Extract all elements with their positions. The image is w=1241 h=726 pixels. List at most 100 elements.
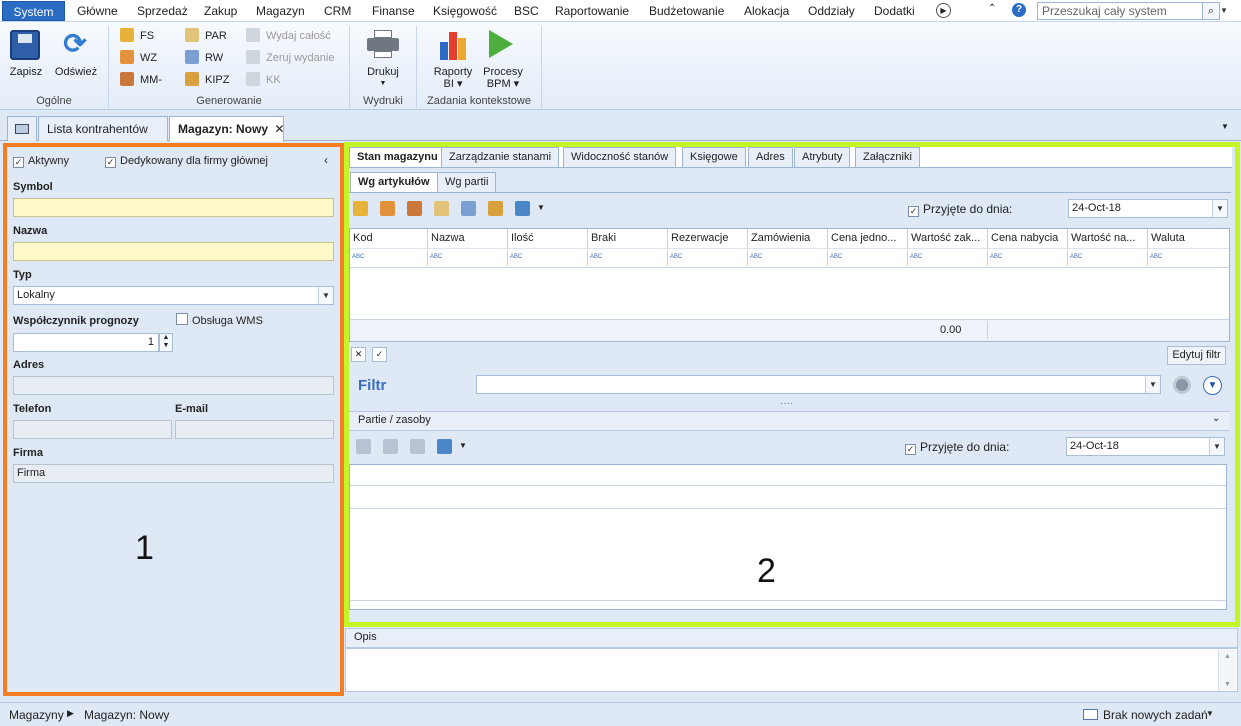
filter-cell[interactable]: ABC [668, 248, 748, 266]
filter-input[interactable]: ▼ [476, 375, 1161, 394]
column-header-code[interactable]: Kod [350, 229, 428, 248]
generate-fs-button[interactable]: FS [120, 28, 154, 44]
breadcrumb-warehouses[interactable]: Magazyny [9, 708, 64, 722]
column-header-orders[interactable]: Zamówienia [748, 229, 828, 248]
column-header-currency[interactable]: Waluta [1148, 229, 1229, 248]
desktop-tab[interactable] [7, 116, 37, 141]
menu-item-dodatki[interactable]: Dodatki [874, 4, 915, 18]
rw-document-icon[interactable] [461, 201, 476, 216]
system-menu-button[interactable]: System [2, 1, 65, 21]
batches-accepted-until-checkbox[interactable]: ✓ Przyjęte do dnia: [905, 440, 1009, 455]
add-document-icon[interactable] [353, 201, 368, 216]
batches-header[interactable] [349, 411, 1230, 431]
menu-item-finanse[interactable]: Finanse [372, 4, 415, 18]
mm-document-icon[interactable] [407, 201, 422, 216]
more-arrow-icon[interactable]: ▶ [936, 3, 951, 18]
export-grid-icon[interactable] [515, 201, 530, 216]
dedicated-checkbox[interactable]: ✓ Dedykowany dla firmy głównej [105, 155, 268, 168]
company-field[interactable]: Firma [13, 464, 334, 483]
search-dropdown-icon[interactable]: ▼ [1220, 2, 1230, 20]
name-field[interactable] [13, 242, 334, 261]
issue-all-button[interactable]: Wydaj całość [246, 28, 331, 44]
toolbar-dropdown-icon[interactable]: ▼ [537, 203, 545, 212]
menu-item-magazyn[interactable]: Magazyn [256, 4, 305, 18]
filter-cell[interactable]: ABC [908, 248, 988, 266]
tab-stock-visibility[interactable]: Widoczność stanów [563, 147, 677, 168]
collapse-ribbon-icon[interactable]: ⌃ [988, 3, 996, 14]
bpm-processes-icon[interactable] [489, 30, 513, 58]
column-header-reservations[interactable]: Rezerwacje [668, 229, 748, 248]
filter-cell[interactable]: ABC [350, 248, 428, 266]
generate-rw-button[interactable]: RW [185, 50, 223, 66]
batch-book-icon[interactable] [410, 439, 425, 454]
search-input[interactable]: Przeszukaj cały system [1037, 2, 1203, 20]
stepper-arrows-icon[interactable]: ▲ ▼ [159, 333, 173, 352]
column-header-quantity[interactable]: Ilość [508, 229, 588, 248]
close-tab-icon[interactable]: ✕ [274, 122, 284, 136]
filter-cell[interactable]: ABC [988, 248, 1068, 266]
scrollbar-arrows-icon[interactable]: ▲ ▼ [1218, 650, 1236, 690]
tasks-dropdown-icon[interactable]: ▼ [1206, 709, 1214, 718]
batch-toolbar-dropdown-icon[interactable]: ▼ [459, 441, 467, 450]
accepted-date-picker[interactable]: 24-Oct-18 ▼ [1068, 199, 1228, 218]
menu-item-crm[interactable]: CRM [324, 4, 351, 18]
forecast-stepper[interactable]: 1 [13, 333, 159, 352]
tabs-dropdown-icon[interactable]: ▼ [1221, 122, 1229, 131]
column-header-unit-price[interactable]: Cena jedno... [828, 229, 908, 248]
save-icon[interactable] [10, 30, 40, 60]
edit-filter-button[interactable]: Edytuj filtr [1167, 346, 1226, 365]
menu-item-sprzedaz[interactable]: Sprzedaż [137, 4, 188, 18]
bpm-processes-button[interactable]: Procesy BPM ▾ [478, 66, 528, 90]
wz-document-icon[interactable] [380, 201, 395, 216]
generate-kipz-button[interactable]: KIPZ [185, 72, 229, 88]
filter-cell[interactable]: ABC [1068, 248, 1148, 266]
filter-cell[interactable]: ABC [588, 248, 668, 266]
refresh-button[interactable]: Odśwież [50, 66, 102, 78]
filter-cell[interactable]: ABC [748, 248, 828, 266]
chevron-down-icon[interactable]: ▼ [1212, 200, 1227, 217]
menu-item-ksiegowosc[interactable]: Księgowość [433, 4, 497, 18]
column-header-name[interactable]: Nazwa [428, 229, 508, 248]
tab-stock[interactable]: Stan magazynu [349, 147, 446, 168]
menu-item-glowne[interactable]: Główne [77, 4, 118, 18]
reset-issue-button[interactable]: Zeruj wydanie [246, 50, 334, 66]
gear-icon[interactable] [1173, 376, 1191, 394]
menu-item-bsc[interactable]: BSC [514, 4, 539, 18]
chevron-down-icon[interactable]: ▼ [1209, 438, 1224, 455]
filter-cell[interactable]: ABC [1148, 248, 1229, 266]
chevron-down-icon[interactable]: ▼ [318, 287, 333, 304]
column-header-purchase-price[interactable]: Cena nabycia [988, 229, 1068, 248]
column-header-value[interactable]: Wartość na... [1068, 229, 1148, 248]
filter-cell[interactable]: ABC [828, 248, 908, 266]
email-field[interactable] [175, 420, 334, 439]
type-select[interactable]: Lokalny ▼ [13, 286, 334, 305]
tab-contractors-list[interactable]: Lista kontrahentów [38, 116, 168, 141]
tab-stock-management[interactable]: Zarządzanie stanami [441, 147, 560, 168]
tab-warehouse-new[interactable]: Magazyn: Nowy ✕ [169, 116, 284, 142]
wms-checkbox[interactable]: Obsługa WMS [176, 313, 263, 327]
accepted-until-checkbox[interactable]: ✓ Przyjęte do dnia: [908, 202, 1012, 217]
batches-date-picker[interactable]: 24-Oct-18 ▼ [1066, 437, 1225, 456]
menu-item-oddzialy[interactable]: Oddziały [808, 4, 855, 18]
column-header-purchase-value[interactable]: Wartość zak... [908, 229, 988, 248]
menu-item-budzetowanie[interactable]: Budżetowanie [649, 4, 724, 18]
refresh-icon[interactable]: ⟳ [60, 30, 90, 60]
tasks-status[interactable]: Brak nowych zadań [1103, 708, 1208, 722]
symbol-field[interactable] [13, 198, 334, 217]
splitter-grip-icon[interactable]: ···· [780, 398, 793, 409]
help-icon[interactable]: ? [1012, 3, 1026, 17]
collapse-panel-icon[interactable]: ‹ [324, 153, 328, 167]
menu-item-raportowanie[interactable]: Raportowanie [555, 4, 629, 18]
par-document-icon[interactable] [434, 201, 449, 216]
funnel-icon[interactable]: ▼ [1203, 376, 1222, 395]
subtab-by-articles[interactable]: Wg artykułów [350, 172, 438, 193]
tab-address[interactable]: Adres [748, 147, 793, 168]
generate-mm-button[interactable]: MM- [120, 72, 162, 88]
generate-par-button[interactable]: PAR [185, 28, 227, 44]
save-button[interactable]: Zapisz [4, 66, 48, 78]
printer-icon[interactable] [367, 30, 399, 58]
filter-cell[interactable]: ABC [508, 248, 588, 266]
subtab-by-batches[interactable]: Wg partii [437, 172, 497, 193]
apply-filter-icon[interactable]: ✓ [372, 347, 387, 362]
clear-filter-icon[interactable]: ✕ [351, 347, 366, 362]
